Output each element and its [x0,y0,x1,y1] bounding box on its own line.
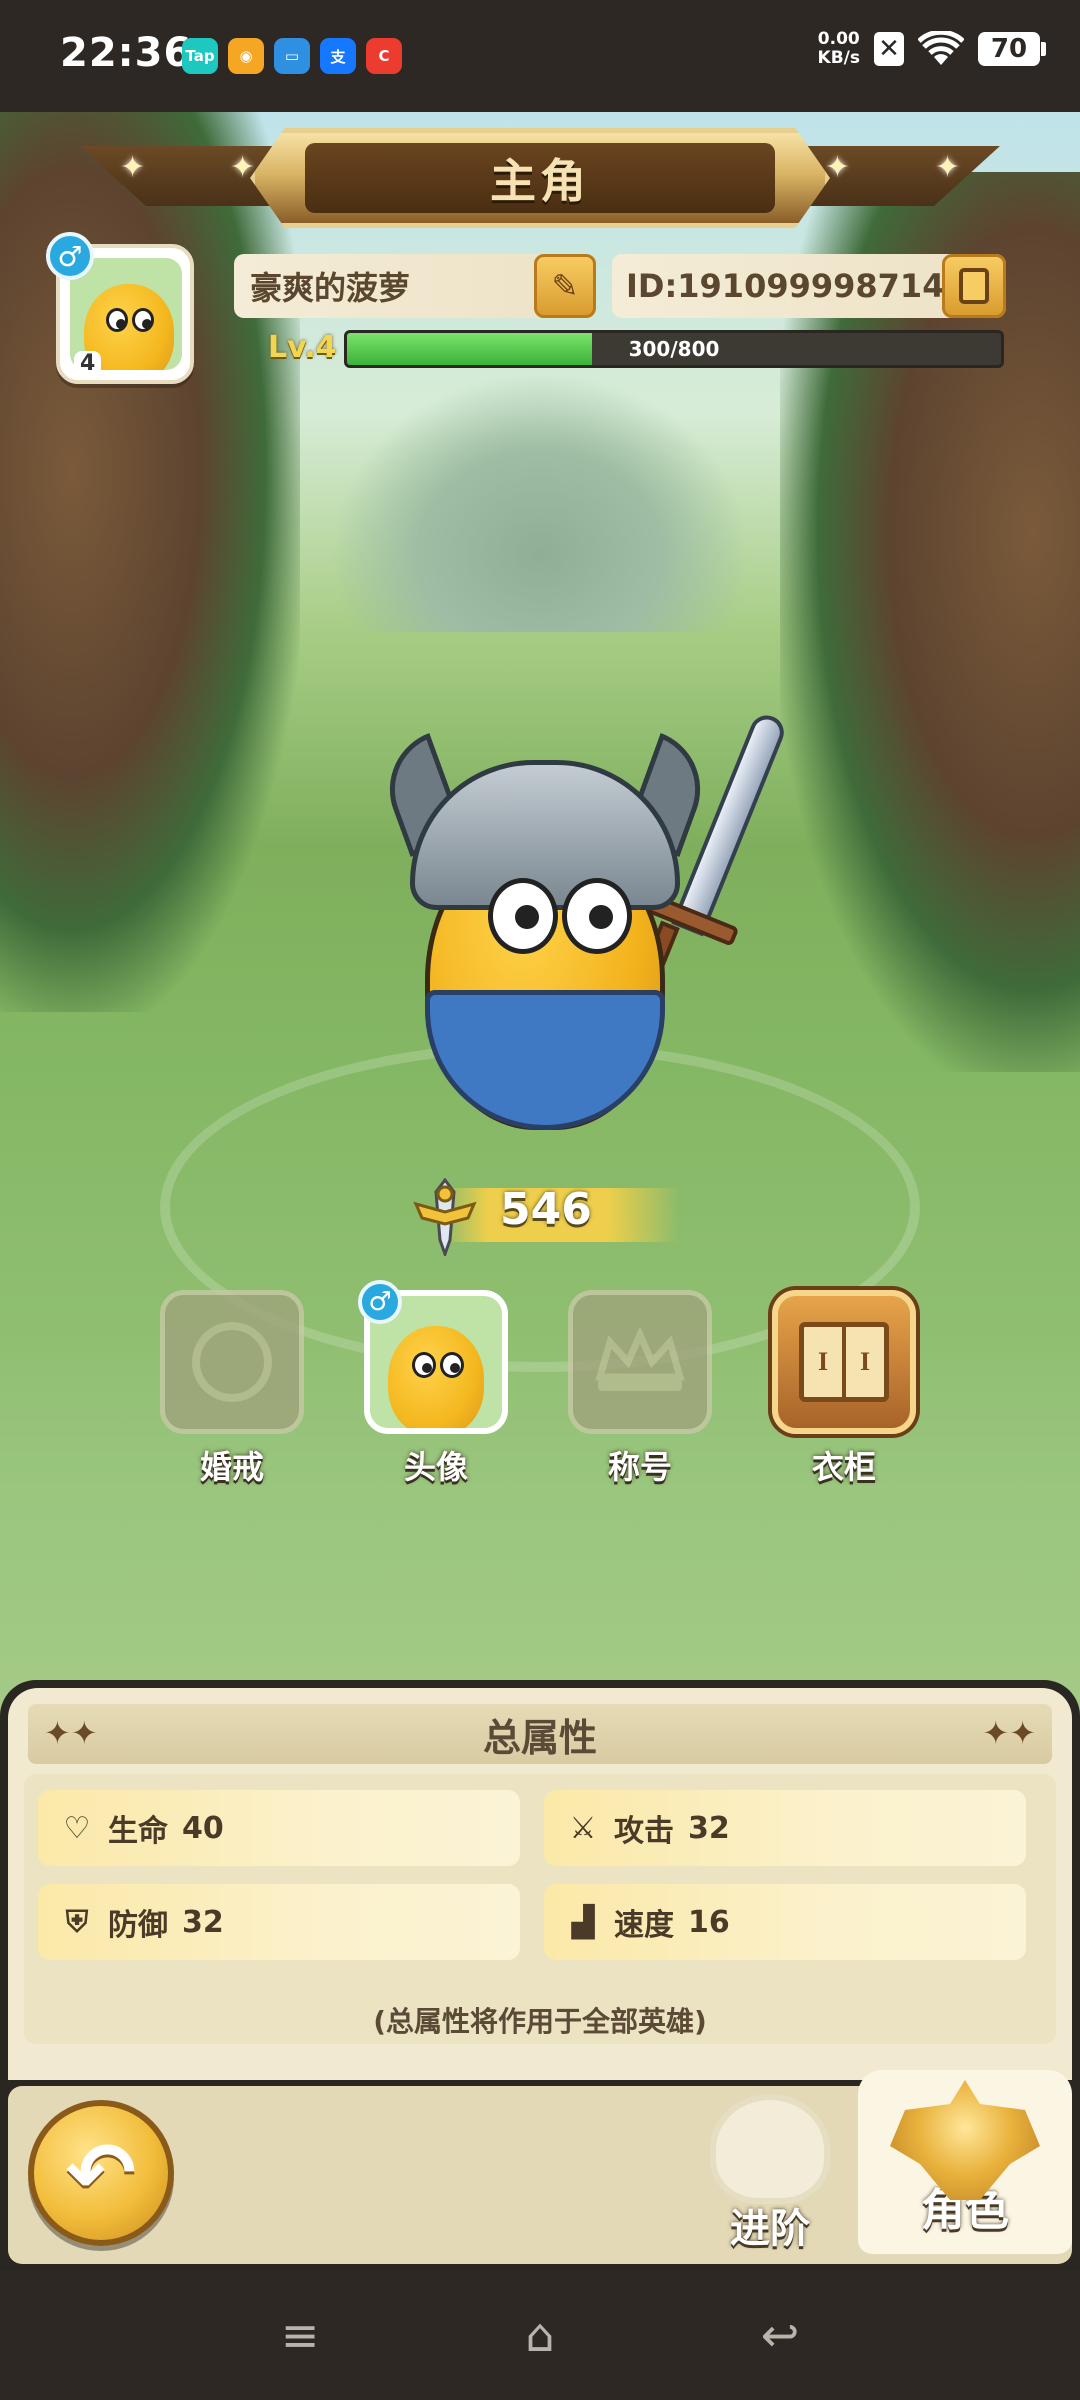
combat-power: 546 [410,1178,680,1256]
pencil-icon: ✎ [551,267,579,305]
attributes-body: ♡ 生命 40 ⚔ 攻击 32 ⛨ 防御 32 ▟ 速度 16 (总属性将作用于… [24,1774,1056,2044]
status-bar: 22:36 Tap ◉ ▭ 支 C 0.00 KB/s ✕ 70 [0,0,1080,112]
heart-icon: ♡ [63,1810,91,1846]
avatar-eye [412,1352,436,1378]
attributes-note: (总属性将作用于全部英雄) [373,2005,707,2038]
title-label: 称号 [607,1448,672,1486]
hero-overalls [425,990,665,1130]
title-banner: 主角 ✦ ✦ ✦ ✦ [80,128,1000,228]
attributes-panel-inner: ✦✦ 总属性 ✦✦ ♡ 生命 40 ⚔ 攻击 32 ⛨ 防御 32 ▟ 速度 1… [8,1688,1072,2080]
copy-id-button[interactable] [942,254,1006,318]
attack-icon: ⚔ [569,1810,597,1846]
shield-icon: ⛨ [65,1904,89,1940]
male-gender-icon: ♂ [46,232,94,280]
title-tile [568,1290,712,1434]
hero-character[interactable] [370,700,789,1150]
wardrobe-button[interactable]: II 衣柜 [772,1290,916,1488]
player-id-text: ID:1910999987146 [626,267,967,305]
game-bottom-nav: ↶ 进阶 角色 [0,2070,1080,2270]
sparkle-icon: ✦ [120,150,146,185]
weibo-icon: ◉ [228,38,264,74]
banner-plate: 主角 [250,128,830,228]
banner-inner: 主角 [305,143,775,213]
stat-speed-value: 16 [688,1904,730,1940]
battery-indicator: 70 [978,32,1046,66]
back-button[interactable]: ↶ [28,2100,174,2246]
avatar-eye [106,308,128,332]
ring-button[interactable]: 婚戒 [160,1290,304,1488]
system-nav-bar: ≡ ⌂ ↩ [0,2270,1080,2400]
stat-defense-label: 防御 [108,1908,168,1943]
xp-progress-text: 300/800 [628,337,720,361]
potato-avatar [388,1326,484,1428]
back-arrow-icon: ↶ [65,2124,137,2222]
system-back-icon[interactable]: ↩ [750,2308,810,2362]
no-sim-icon: ✕ [874,32,904,66]
stat-speed: ▟ 速度 16 [544,1884,1026,1960]
attributes-header: ✦✦ 总属性 ✦✦ [28,1704,1052,1764]
ring-label: 婚戒 [199,1448,264,1486]
background-mountains [330,372,750,632]
net-speed-value: 0.00 [817,29,860,49]
advance-icon [710,2094,830,2204]
page-title: 主角 [490,154,590,208]
status-right: 0.00 KB/s ✕ 70 [818,30,1046,68]
avatar-eye [132,308,154,332]
taptap-icon: Tap [182,38,218,74]
sword-emblem-icon [413,1178,477,1256]
player-level: Lv.4 [268,330,337,365]
sparkle-icon: ✦ [934,150,960,185]
status-time: 22:36 [60,30,193,76]
profile-actions: 婚戒 头像 ♂ 称号 II 衣柜 [160,1280,920,1490]
xp-progress-bar: 300/800 [344,330,1004,368]
stat-hp: ♡ 生命 40 [38,1790,520,1866]
alipay-icon: 支 [320,38,356,74]
net-speed-unit: KB/s [817,48,860,68]
combat-power-value: 546 [500,1184,592,1235]
stat-hp-label: 生命 [108,1814,168,1849]
wifi-icon [918,31,964,65]
wardrobe-tile: II [772,1290,916,1434]
player-name-text: 豪爽的菠萝 [250,269,411,307]
stat-defense-value: 32 [182,1904,224,1940]
stat-attack-value: 32 [688,1810,730,1846]
edit-name-button[interactable]: ✎ [534,254,596,318]
sparkle-icon: ✦ [230,150,256,185]
nav-role-button[interactable]: 角色 [858,2070,1072,2254]
wardrobe-icon: II [799,1322,889,1402]
stat-attack-label: 攻击 [614,1814,674,1849]
attributes-title: 总属性 [482,1715,597,1760]
status-app-icons: Tap ◉ ▭ 支 C [182,38,402,74]
boot-icon: ▟ [571,1904,595,1940]
menu-icon[interactable]: ≡ [270,2308,330,2362]
sparkle-icon: ✦✦ [44,1714,98,1752]
net-speed: 0.00 KB/s [818,30,860,68]
avatar-eye [440,1352,464,1378]
attributes-panel: ✦✦ 总属性 ✦✦ ♡ 生命 40 ⚔ 攻击 32 ⛨ 防御 32 ▟ 速度 1… [0,1680,1080,2080]
stat-hp-value: 40 [182,1810,224,1846]
ring-icon [192,1322,272,1402]
nav-advance-button[interactable]: 进阶 [690,2094,850,2264]
wallet-icon: ▭ [274,38,310,74]
ring-tile [160,1290,304,1434]
sparkle-icon: ✦✦ [982,1714,1036,1752]
stat-attack: ⚔ 攻击 32 [544,1790,1026,1866]
hero-eye-right [562,878,632,954]
avatar-label: 头像 [403,1448,468,1486]
male-gender-icon: ♂ [358,1280,402,1324]
stat-speed-label: 速度 [614,1908,674,1943]
avatar-level: 4 [74,351,102,376]
crown-icon [595,1327,685,1391]
nav-advance-label: 进阶 [730,2206,810,2252]
stat-defense: ⛨ 防御 32 [38,1884,520,1960]
title-button[interactable]: 称号 [568,1290,712,1488]
hero-eye-left [488,878,558,954]
sparkle-icon: ✦ [824,150,850,185]
app-red-icon: C [366,38,402,74]
wardrobe-label: 衣柜 [811,1448,876,1486]
copy-icon [951,264,989,304]
home-icon[interactable]: ⌂ [510,2308,570,2362]
